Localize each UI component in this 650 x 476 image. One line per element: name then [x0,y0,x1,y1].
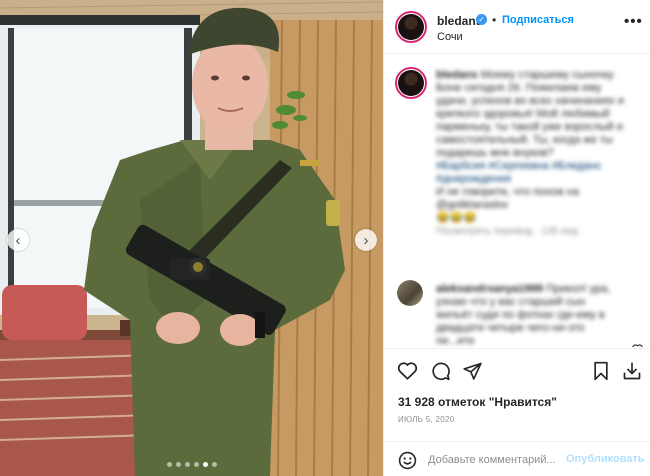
paper-plane-icon[interactable] [462,361,483,381]
comment-item: aleksandrsanya1999 Прикол! ура, узнаю чт… [436,283,616,347]
author-avatar[interactable] [395,11,427,43]
caption-author-avatar[interactable] [395,67,427,99]
next-slide-button[interactable]: › [355,229,377,251]
chevron-right-icon: › [363,231,369,249]
post-actions: 31 928 отметок "Нравится" июль 5, 2020 О… [384,348,650,476]
more-options-icon[interactable]: ••• [624,13,643,30]
post-details-panel: bledans ✓ • Подписаться Сочи ••• bledans… [383,0,650,476]
comment-input[interactable] [428,451,558,469]
caption-tail: И не говорите, что похож на @goliktarasl… [436,186,580,211]
comment-username[interactable]: aleksandrsanya1999 [436,283,543,295]
bookmark-icon[interactable] [592,361,610,381]
post-photo[interactable]: ‹ › [0,0,383,476]
caption-text: Моему старшему сыночку Боне сегодня 26. … [436,69,624,159]
post-caption: bledans Моему старшему сыночку Боне сего… [436,69,626,238]
publish-comment-button[interactable]: Опубликовать [566,453,645,465]
carousel-dot-active [203,462,208,467]
separator-dot: • [492,13,497,27]
comment-icon[interactable] [430,361,451,381]
emoji-icon[interactable] [398,451,417,470]
post-location[interactable]: Сочи [437,31,463,43]
post-date: июль 5, 2020 [398,415,455,424]
carousel-dot [176,462,181,467]
carousel-dot [167,462,172,467]
instagram-post-modal: ‹ › bledans ✓ • Подписаться Сочи ••• ble… [0,0,650,476]
caption-hashtags[interactable]: #Барбсия #Сергеевна #Бледанс #днирождени… [436,160,626,186]
carousel-dot [212,462,217,467]
avatar-image [398,70,424,96]
carousel-indicator [167,462,217,467]
caption-username[interactable]: bledans [436,69,478,81]
heart-icon[interactable] [397,361,418,380]
likes-count[interactable]: 31 928 отметок "Нравится" [398,395,557,409]
carousel-dot [194,462,199,467]
carousel-dot [185,462,190,467]
verified-badge-icon: ✓ [476,14,487,25]
download-icon[interactable] [622,361,642,381]
photo-soldier-with-rifle [0,0,383,476]
avatar-image [397,280,423,306]
add-comment-bar: Опубликовать [384,441,650,476]
caption-emojis: 😂😂😂 [436,212,478,224]
chevron-left-icon: ‹ [15,231,21,249]
comments-section[interactable]: bledans Моему старшему сыночку Боне сего… [384,55,650,347]
avatar-image [398,14,424,40]
comment-like-heart-icon[interactable] [632,344,643,347]
follow-button[interactable]: Подписаться [502,14,574,26]
caption-meta: Посмотреть перевод · 135 нед. [436,226,581,237]
comment-tail: пи...ите [436,335,475,347]
post-header: bledans ✓ • Подписаться Сочи ••• [384,0,650,54]
prev-slide-button[interactable]: ‹ [7,229,29,251]
commenter-avatar[interactable] [397,280,423,306]
